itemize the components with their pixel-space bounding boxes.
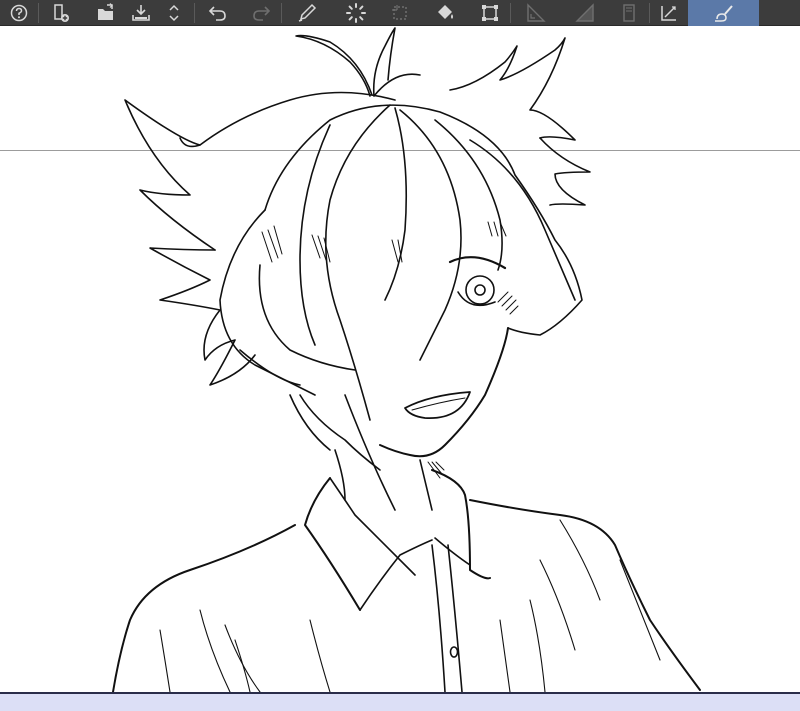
eye-iris (465, 275, 495, 305)
new-canvas-button[interactable] (39, 0, 84, 26)
hair-outline (264, 104, 583, 336)
snap-ruler-button[interactable] (650, 0, 688, 26)
ruler-icon (527, 2, 546, 22)
shirt-outline-left (112, 524, 296, 692)
undo-icon (208, 5, 226, 21)
shirt-outline-right (469, 499, 701, 691)
scroll-arrows-icon (169, 4, 179, 21)
save-button[interactable] (128, 0, 154, 26)
hair-strand (179, 137, 201, 148)
hair-strand (469, 139, 576, 301)
layer-page-button[interactable] (609, 0, 649, 26)
open-button[interactable] (84, 0, 128, 26)
hair-shading (261, 221, 507, 263)
fill-bucket-icon (438, 4, 453, 19)
hair-strand (373, 73, 421, 97)
redo-button[interactable] (241, 0, 281, 26)
gradient-ruler-icon (575, 2, 594, 22)
status-bar (0, 692, 800, 711)
selection-icon (392, 4, 407, 20)
shirt-placket (447, 544, 463, 692)
shirt-folds (159, 519, 661, 692)
snap-ruler-icon (661, 5, 676, 21)
undo-button[interactable] (195, 0, 241, 26)
gradient-ruler-button[interactable] (561, 0, 609, 26)
transform-button[interactable] (470, 0, 510, 26)
mouth (404, 391, 471, 419)
brush-stabilizer-icon (714, 4, 733, 22)
shirt-placket (431, 544, 446, 692)
teeth-line (411, 397, 466, 411)
help-button[interactable] (0, 0, 38, 26)
selection-button[interactable] (380, 0, 420, 26)
neck-shading (427, 461, 445, 479)
eye-pupil (474, 284, 486, 296)
hair-strand (324, 104, 391, 421)
collar-left (304, 477, 361, 611)
redo-icon (253, 5, 271, 21)
hair-strand (399, 109, 462, 361)
open-folder-icon (98, 2, 113, 20)
toolbar-scroll-button[interactable] (154, 0, 194, 26)
spinner-button[interactable] (332, 0, 380, 26)
collar-right-inner (434, 537, 471, 566)
drawing-canvas[interactable] (0, 26, 800, 692)
neck-line (419, 459, 433, 511)
brush-stabilizer-button[interactable] (688, 0, 759, 26)
shirt-button (449, 646, 459, 658)
collar-right (431, 469, 491, 580)
pen-tool-button[interactable] (282, 0, 332, 26)
hair-strand (289, 394, 331, 451)
pen-icon (298, 3, 317, 22)
hair-strand (384, 107, 408, 301)
hair-strand (149, 247, 256, 386)
eye-blush (497, 291, 519, 315)
hair-strand (344, 394, 396, 511)
new-canvas-icon (53, 3, 69, 22)
face-outline (379, 327, 509, 458)
hair-strand (295, 34, 373, 97)
hair-strand (239, 349, 301, 386)
top-toolbar (0, 0, 800, 26)
save-icon (132, 4, 150, 21)
collar-left (359, 539, 433, 611)
help-icon (10, 4, 28, 21)
line-art-drawing (112, 27, 701, 692)
collar-left-inner (329, 477, 416, 576)
transform-icon (482, 4, 498, 21)
ruler-button[interactable] (511, 0, 561, 26)
loading-spinner-icon (346, 2, 366, 23)
layer-page-icon (623, 3, 635, 22)
fill-bucket-button[interactable] (420, 0, 470, 26)
hair-strand (124, 91, 396, 251)
hair-strand (258, 264, 356, 371)
hair-strand (539, 137, 591, 206)
